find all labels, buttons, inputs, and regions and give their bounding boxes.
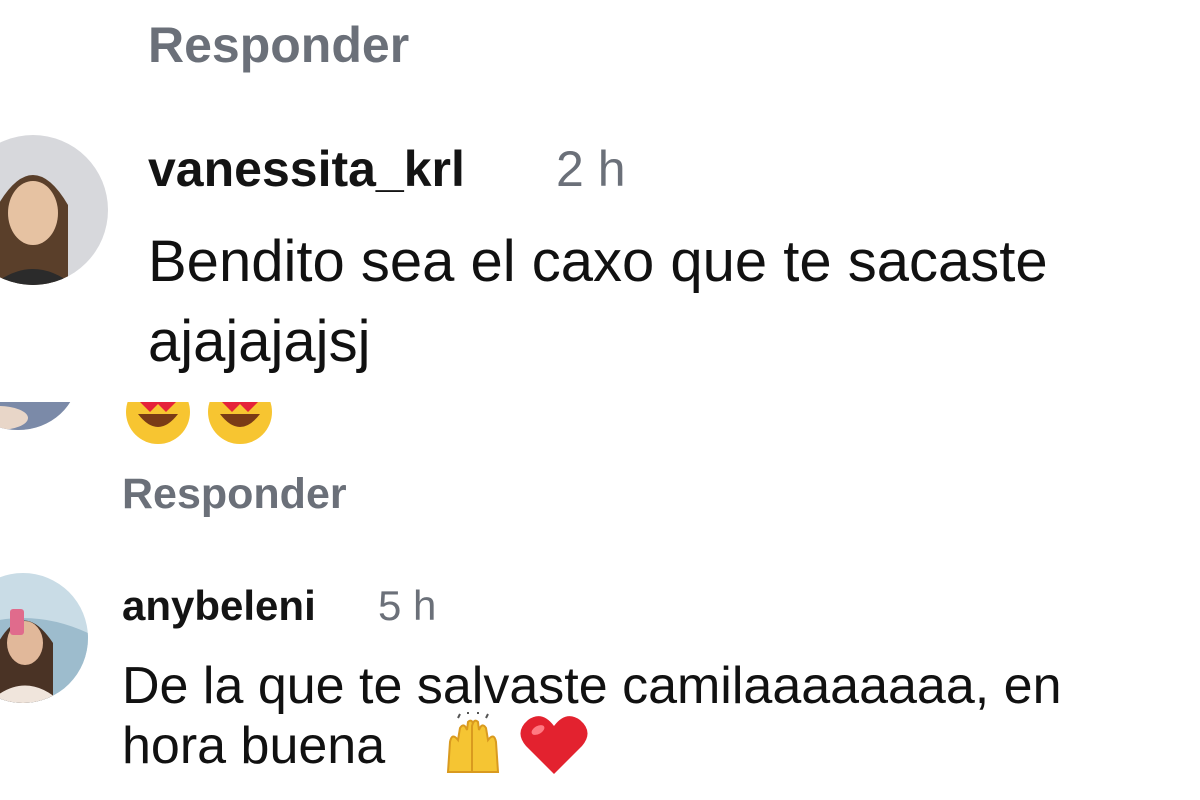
avatar[interactable]: [0, 573, 88, 703]
heart-eyes-emoji: [124, 380, 192, 446]
avatar[interactable]: [0, 135, 108, 285]
comment-text: Bendito sea el caxo que te sacaste: [148, 229, 1048, 294]
raising-hands-emoji: [440, 710, 506, 783]
heart-eyes-emoji: [206, 380, 274, 446]
inline-emoji-group: [440, 710, 590, 783]
red-heart-emoji: [518, 712, 590, 783]
reply-button[interactable]: Responder: [122, 470, 347, 519]
comment-timestamp: 5 h: [378, 582, 437, 629]
comment-text: ajajajajsj: [148, 309, 371, 374]
comment-text: hora buena: [122, 717, 386, 775]
comment-text: De la que te salvaste camilaaaaaaaa, en: [122, 657, 1062, 715]
emoji-row: [124, 380, 274, 446]
comment-timestamp: 2 h: [556, 141, 626, 197]
reply-button[interactable]: Responder: [148, 16, 409, 74]
comment-username[interactable]: vanessita_krl: [148, 140, 465, 198]
comment-username[interactable]: anybeleni: [122, 582, 316, 630]
comments-thread: Responder vanessita_krl 2 h Bendito sea …: [0, 0, 1200, 800]
